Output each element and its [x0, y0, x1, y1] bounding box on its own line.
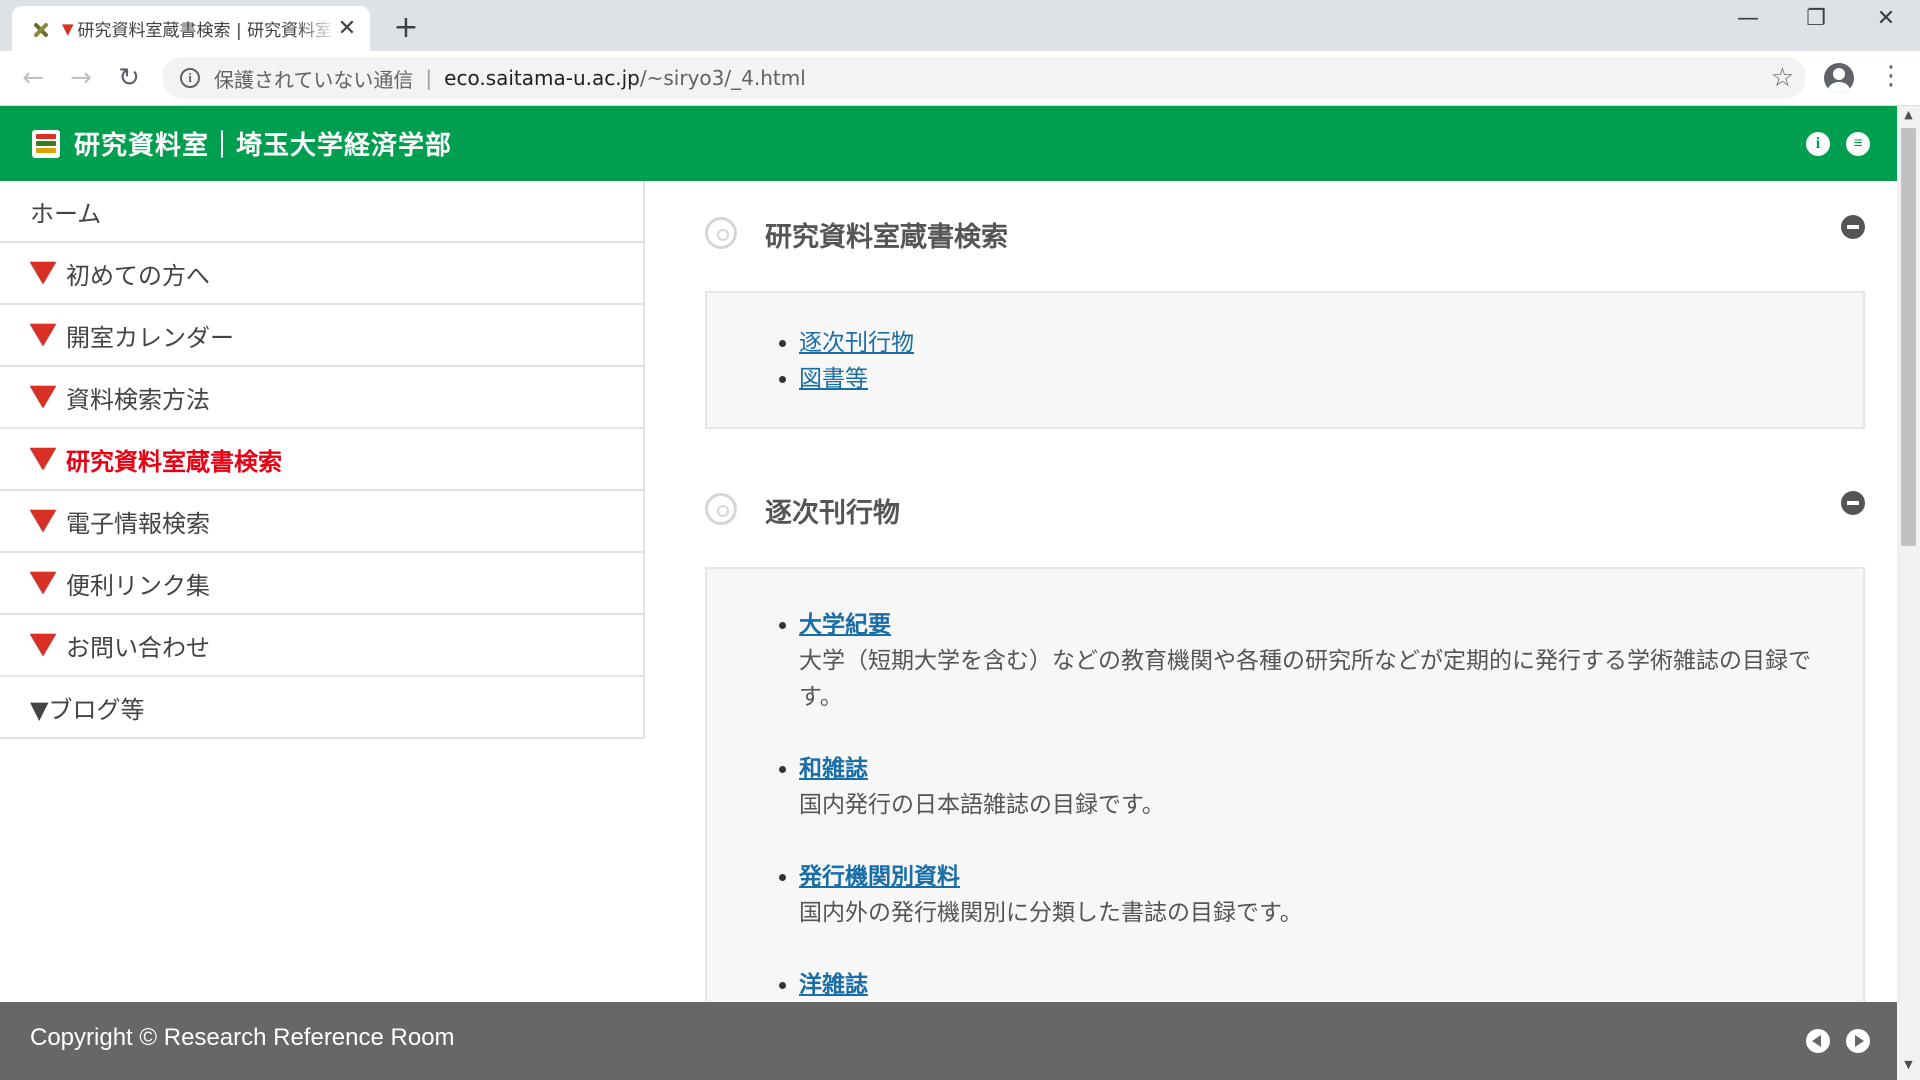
- security-label: 保護されていない通信: [214, 67, 414, 92]
- red-triangle-icon: [30, 634, 56, 656]
- sidebar-item-contact[interactable]: お問い合わせ: [0, 615, 645, 677]
- address-separator: |: [425, 66, 433, 90]
- link-japanese-journals[interactable]: 和雑誌: [799, 756, 868, 782]
- list-item: 逐次刊行物: [799, 325, 1833, 361]
- minimize-window-icon[interactable]: —: [1718, 6, 1778, 31]
- site-footer: Copyright © Research Reference Room: [0, 1002, 1897, 1080]
- list-item: 発行機関別資料 国内外の発行機関別に分類した書誌の目録です。: [799, 859, 1833, 931]
- tab-title: 研究資料室蔵書検索 | 研究資料室: [77, 21, 333, 41]
- sidebar-item-label: 電子情報検索: [66, 509, 210, 538]
- sidebar-item-label: ホーム: [30, 199, 102, 228]
- collapse-icon[interactable]: [1841, 491, 1865, 515]
- entry-description: 国内発行の日本語雑誌の目録です。: [799, 792, 1165, 818]
- sidebar-item-label: ▼ブログ等: [30, 695, 145, 724]
- section-header: 逐次刊行物: [705, 457, 1865, 539]
- sidebar-item-useful-links[interactable]: 便利リンク集: [0, 553, 645, 615]
- menu-list-icon[interactable]: ≡: [1846, 132, 1870, 156]
- section-header: 研究資料室蔵書検索: [705, 181, 1865, 263]
- reload-icon[interactable]: ↻: [112, 61, 146, 95]
- restore-window-icon[interactable]: ❐: [1786, 6, 1846, 31]
- link-books[interactable]: 図書等: [799, 366, 868, 392]
- scroll-down-icon[interactable]: ▼: [1897, 1058, 1920, 1078]
- url-host: eco.saitama-u.ac.jp: [444, 66, 640, 90]
- section-bullet-icon: [705, 493, 737, 525]
- browser-toolbar: ← → ↻ i 保護されていない通信 | eco.saitama-u.ac.jp…: [0, 51, 1920, 106]
- url-path: /~siryo3/_4.html: [639, 66, 806, 90]
- main-content: 研究資料室蔵書検索 逐次刊行物 図書等 逐次刊行物 大学紀要 大学（短期大学を含…: [705, 181, 1865, 1069]
- entry-description: 国内外の発行機関別に分類した書誌の目録です。: [799, 900, 1303, 926]
- list-item: 図書等: [799, 361, 1833, 397]
- red-triangle-icon: [30, 262, 56, 284]
- browser-tab-active[interactable]: ▼ 研究資料室蔵書検索 | 研究資料室 ✕: [12, 6, 370, 51]
- forward-arrow-icon[interactable]: →: [64, 61, 98, 95]
- list-item: 洋雑誌: [799, 967, 1833, 1003]
- sidebar-item-label: 資料検索方法: [66, 385, 210, 414]
- scroll-up-icon[interactable]: ▲: [1897, 108, 1920, 128]
- sidebar-item-label: お問い合わせ: [66, 633, 210, 662]
- close-window-icon[interactable]: ✕: [1856, 6, 1916, 31]
- sidebar-item-label: 開室カレンダー: [66, 323, 234, 352]
- address-bar[interactable]: i 保護されていない通信 | eco.saitama-u.ac.jp /~sir…: [162, 57, 1806, 99]
- section-panel: 逐次刊行物 図書等: [705, 291, 1865, 429]
- star-icon[interactable]: ☆: [1771, 63, 1794, 93]
- section-title: 研究資料室蔵書検索: [765, 222, 1008, 253]
- page-scrollbar[interactable]: ▲ ▼: [1897, 106, 1920, 1080]
- kebab-menu-icon[interactable]: ⋮: [1878, 61, 1904, 91]
- red-triangle-icon: [30, 448, 56, 470]
- sidebar-item-home[interactable]: ホーム: [0, 181, 645, 243]
- red-triangle-icon: [30, 386, 56, 408]
- section-bullet-icon: [705, 217, 737, 249]
- site-header: 研究資料室｜埼玉大学経済学部 i ≡: [0, 106, 1897, 181]
- new-tab-button[interactable]: +: [392, 10, 420, 45]
- profile-icon[interactable]: [1824, 63, 1854, 93]
- back-arrow-icon[interactable]: ←: [16, 61, 50, 95]
- red-triangle-icon: [30, 324, 56, 346]
- web-page: 研究資料室｜埼玉大学経済学部 i ≡ ホーム 初めての方へ 開室カレンダー 資料…: [0, 106, 1897, 1080]
- sidebar-item-blog[interactable]: ▼ブログ等: [0, 677, 645, 739]
- link-university-bulletins[interactable]: 大学紀要: [799, 612, 891, 638]
- sidebar-nav: ホーム 初めての方へ 開室カレンダー 資料検索方法 研究資料室蔵書検索 電子情報…: [0, 181, 645, 739]
- sidebar-item-electronic-search[interactable]: 電子情報検索: [0, 491, 645, 553]
- site-title[interactable]: 研究資料室｜埼玉大学経済学部: [74, 125, 452, 162]
- browser-tab-strip: ▼ 研究資料室蔵書検索 | 研究資料室 ✕ + — ❐ ✕: [0, 0, 1920, 51]
- sidebar-item-label: 研究資料室蔵書検索: [66, 447, 282, 476]
- sidebar-item-label: 初めての方へ: [66, 261, 210, 290]
- sidebar-item-search-methods[interactable]: 資料検索方法: [0, 367, 645, 429]
- entry-description: 大学（短期大学を含む）などの教育機関や各種の研究所などが定期的に発行する学術雑誌…: [799, 648, 1811, 710]
- link-serials[interactable]: 逐次刊行物: [799, 330, 914, 356]
- red-triangle-icon: ▼: [62, 19, 74, 38]
- red-triangle-icon: [30, 572, 56, 594]
- next-arrow-icon[interactable]: [1846, 1029, 1870, 1053]
- collapse-icon[interactable]: [1841, 215, 1865, 239]
- list-item: 和雑誌 国内発行の日本語雑誌の目録です。: [799, 751, 1833, 823]
- site-info-icon[interactable]: i: [180, 68, 200, 88]
- tab-close-icon[interactable]: ✕: [336, 16, 358, 41]
- section-panel: 大学紀要 大学（短期大学を含む）などの教育機関や各種の研究所などが定期的に発行す…: [705, 567, 1865, 1069]
- site-favicon-icon: [30, 20, 52, 38]
- books-logo-icon[interactable]: [32, 130, 60, 158]
- sidebar-item-label: 便利リンク集: [66, 571, 210, 600]
- copyright-text: Copyright © Research Reference Room: [30, 1024, 455, 1051]
- sidebar-item-first-time[interactable]: 初めての方へ: [0, 243, 645, 305]
- list-item: 大学紀要 大学（短期大学を含む）などの教育機関や各種の研究所などが定期的に発行す…: [799, 607, 1833, 715]
- sidebar-item-collection-search[interactable]: 研究資料室蔵書検索: [0, 429, 645, 491]
- section-title: 逐次刊行物: [765, 498, 900, 529]
- previous-arrow-icon[interactable]: [1806, 1029, 1830, 1053]
- link-publisher-materials[interactable]: 発行機関別資料: [799, 864, 960, 890]
- link-foreign-journals[interactable]: 洋雑誌: [799, 972, 868, 998]
- scrollbar-thumb[interactable]: [1901, 128, 1916, 546]
- info-icon[interactable]: i: [1806, 132, 1830, 156]
- red-triangle-icon: [30, 510, 56, 532]
- sidebar-item-calendar[interactable]: 開室カレンダー: [0, 305, 645, 367]
